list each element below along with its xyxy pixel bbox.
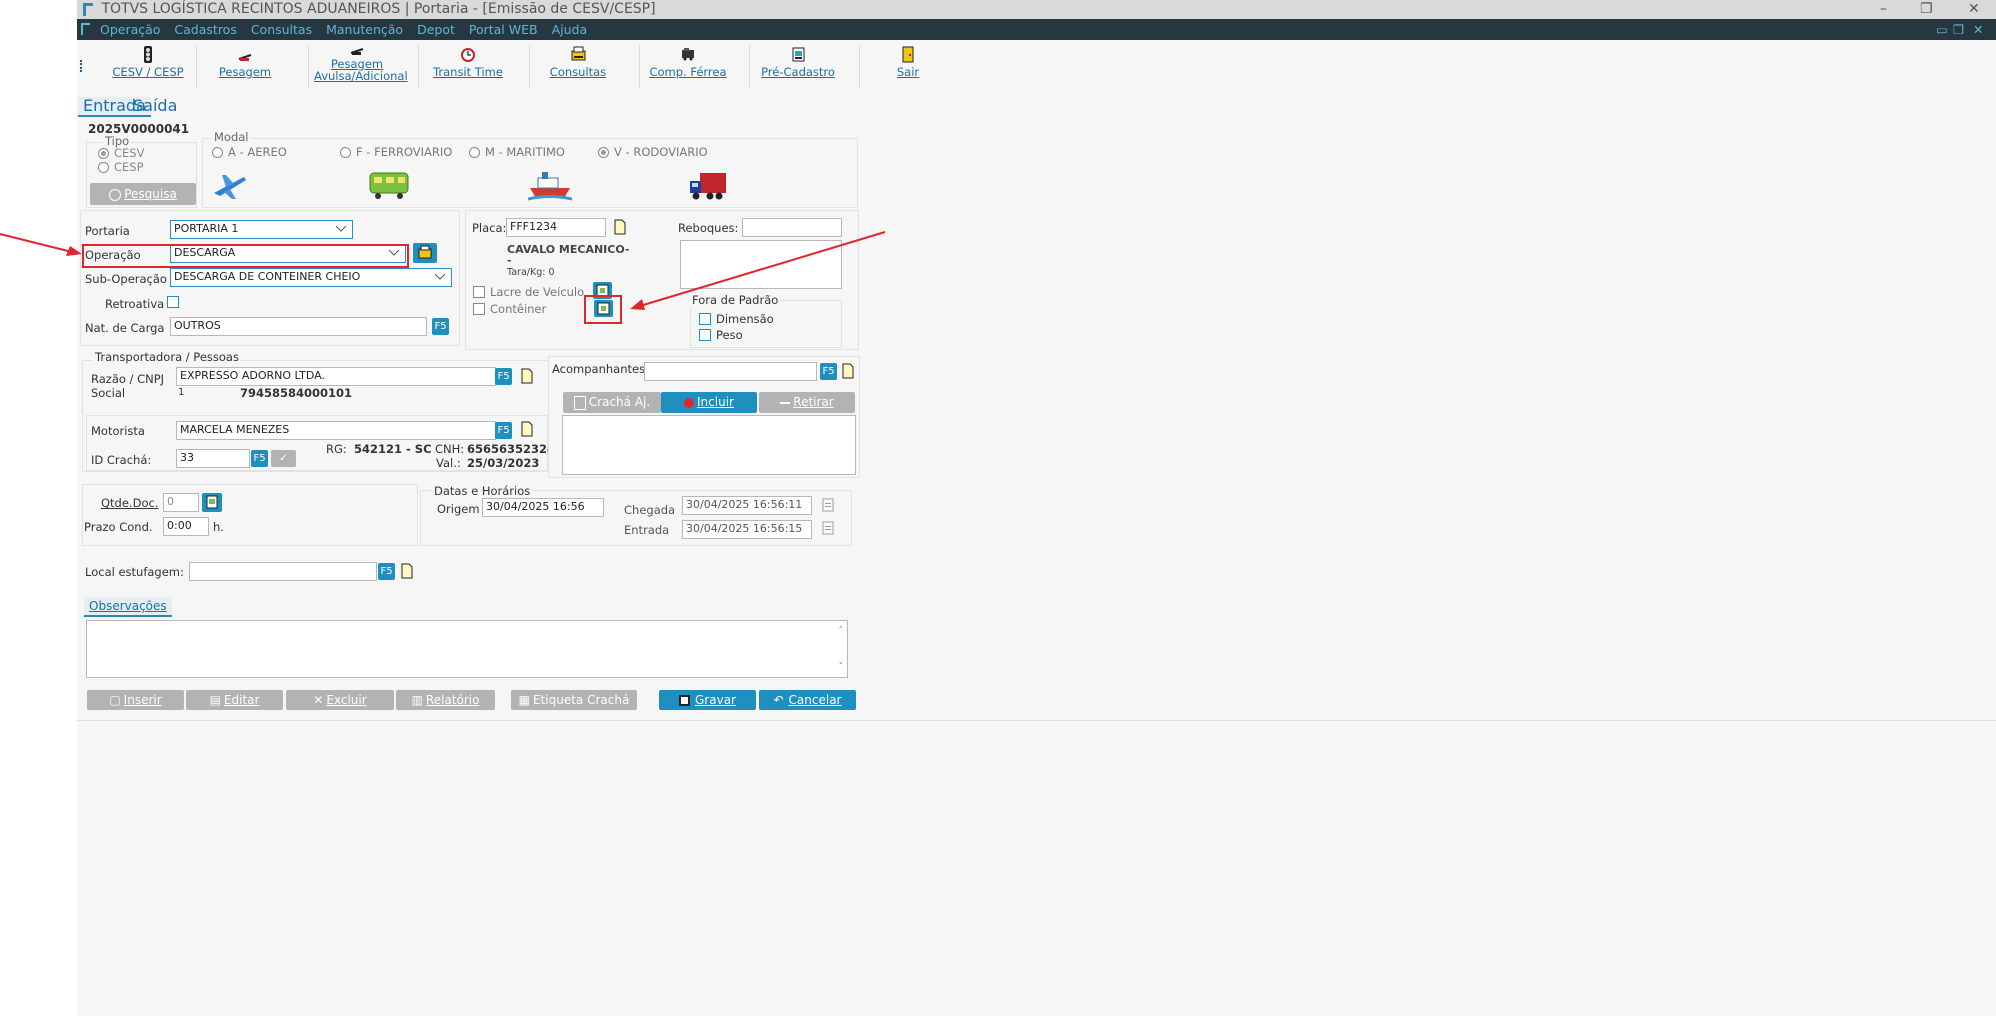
annotation-arrow-operacao [0, 233, 73, 253]
annotation-arrowhead-conteiner [630, 299, 645, 310]
annotation-arrows [0, 231, 886, 310]
annotation-arrow-conteiner [639, 231, 886, 307]
annotation-arrowhead-operacao [66, 246, 82, 256]
